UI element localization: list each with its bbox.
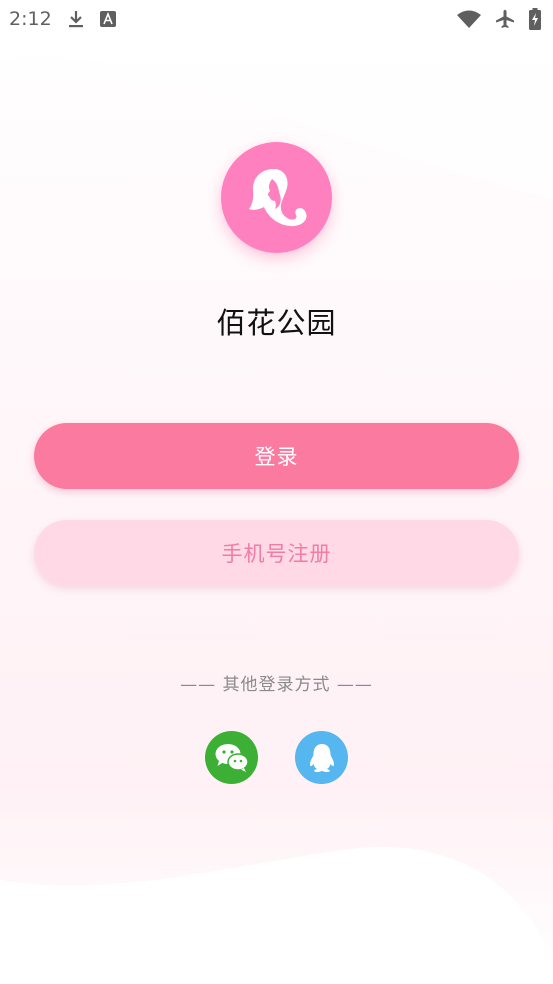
- woman-silhouette-icon: [248, 168, 307, 226]
- qq-icon: [309, 743, 334, 772]
- qq-login-button[interactable]: [295, 731, 348, 784]
- status-time: 2:12: [9, 8, 52, 30]
- register-button-label: 手机号注册: [221, 542, 332, 566]
- login-button-label: 登录: [254, 445, 299, 469]
- wechat-icon: [215, 743, 249, 772]
- app-name: 佰花公园: [216, 306, 337, 340]
- battery-charging-icon: [529, 8, 541, 30]
- login-button[interactable]: 登录: [34, 423, 519, 489]
- status-bar: 2:12: [0, 0, 553, 38]
- wifi-icon: [457, 10, 481, 28]
- app-logo: [221, 142, 332, 253]
- download-icon: [68, 10, 84, 28]
- phone-register-button[interactable]: 手机号注册: [34, 520, 519, 586]
- other-login-label: —— 其他登录方式 ——: [180, 675, 373, 695]
- airplane-mode-icon: [495, 9, 515, 29]
- font-icon: [99, 11, 116, 27]
- wechat-login-button[interactable]: [205, 731, 258, 784]
